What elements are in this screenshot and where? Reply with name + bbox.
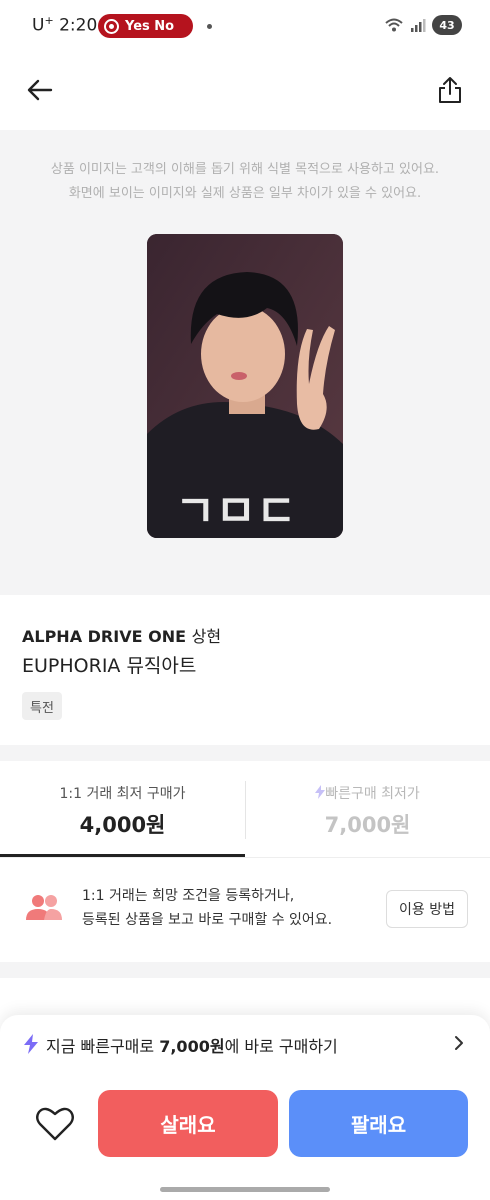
home-indicator[interactable] xyxy=(160,1187,330,1192)
back-button[interactable] xyxy=(20,70,60,110)
tab-label-text: 빠른구매 최저가 xyxy=(325,786,420,802)
trade-info-text: 1:1 거래는 희망 조건을 등록하거나, 등록된 상품을 보고 바로 구매할 … xyxy=(82,884,332,932)
heart-icon xyxy=(36,1107,74,1141)
tab-quick-buy[interactable]: 빠른구매 최저가 7,000원 xyxy=(245,761,490,858)
record-icon xyxy=(104,18,119,34)
tab-price: 7,000원 xyxy=(324,813,411,837)
carrier-sup: + xyxy=(44,14,54,27)
quick-price: 7,000원 xyxy=(159,1037,225,1056)
image-notice: 상품 이미지는 고객의 이해를 돕기 위해 식별 목적으로 사용하고 있어요. … xyxy=(0,158,490,206)
section-divider xyxy=(0,745,490,761)
product-tag: 특전 xyxy=(22,692,62,720)
tab-label-with-icon: 빠른구매 최저가 xyxy=(245,783,490,803)
product-info: ALPHA DRIVE ONE 상현 EUPHORIA 뮤직아트 특전 xyxy=(0,595,490,745)
status-time: 2:20 xyxy=(59,15,98,36)
notice-line-1: 상품 이미지는 고객의 이해를 돕기 위해 식별 목적으로 사용하고 있어요. xyxy=(50,162,440,177)
info-line-1: 1:1 거래는 희망 조건을 등록하거나, xyxy=(82,888,295,904)
photocard-illustration: ㄱㅁㄷ xyxy=(147,234,343,538)
share-icon xyxy=(439,77,461,103)
battery-indicator: 43 xyxy=(432,15,462,35)
recording-label: Yes No xyxy=(125,18,175,34)
carrier-label: U xyxy=(32,15,45,36)
tab-direct-trade[interactable]: 1:1 거래 최저 구매가 4,000원 xyxy=(0,761,245,858)
back-arrow-icon xyxy=(27,79,53,101)
notice-line-2: 화면에 보이는 이미지와 실제 상품은 일부 차이가 있을 수 있어요. xyxy=(68,186,422,201)
wishlist-button[interactable] xyxy=(32,1101,78,1147)
share-button[interactable] xyxy=(430,70,470,110)
bolt-icon xyxy=(315,785,326,799)
svg-text:ㄱㅁㄷ: ㄱㅁㄷ xyxy=(175,486,296,537)
quick-suffix: 에 바로 구매하기 xyxy=(224,1037,338,1056)
trade-info-row: 1:1 거래는 희망 조건을 등록하거나, 등록된 상품을 보고 바로 구매할 … xyxy=(0,858,490,962)
chevron-right-icon xyxy=(455,1036,463,1050)
buy-button[interactable]: 살래요 xyxy=(98,1090,278,1157)
section-divider xyxy=(0,962,490,978)
how-to-button[interactable]: 이용 방법 xyxy=(386,890,468,928)
signal-icon xyxy=(411,19,426,32)
product-brand[interactable]: ALPHA DRIVE ONE 상현 xyxy=(22,623,221,647)
bottom-action-sheet: 지금 빠른구매로 7,000원에 바로 구매하기 살래요 팔래요 xyxy=(0,1015,490,1200)
top-app-bar xyxy=(0,52,490,130)
notification-dot-icon xyxy=(207,24,212,29)
quick-prefix: 지금 빠른구매로 xyxy=(46,1037,160,1056)
product-photo[interactable]: ㄱㅁㄷ xyxy=(147,234,343,538)
member-name: 상현 xyxy=(191,627,222,646)
quick-buy-text: 지금 빠른구매로 7,000원에 바로 구매하기 xyxy=(46,1033,338,1057)
wifi-icon xyxy=(385,18,403,32)
bolt-icon xyxy=(24,1034,38,1054)
quick-buy-row[interactable]: 지금 빠른구매로 7,000원에 바로 구매하기 xyxy=(0,1015,490,1073)
price-tabs: 1:1 거래 최저 구매가 4,000원 빠른구매 최저가 7,000원 xyxy=(0,761,490,858)
info-line-2: 등록된 상품을 보고 바로 구매할 수 있어요. xyxy=(82,912,333,928)
sell-button[interactable]: 팔래요 xyxy=(289,1090,468,1157)
brand-name: ALPHA DRIVE ONE xyxy=(22,627,187,646)
tab-label: 1:1 거래 최저 구매가 xyxy=(59,786,186,802)
active-tab-indicator xyxy=(0,854,245,857)
recording-pill[interactable]: Yes No xyxy=(98,14,193,38)
carrier-time: U+ 2:20 xyxy=(32,14,97,36)
people-icon xyxy=(26,895,62,920)
status-icons: 43 xyxy=(384,15,462,35)
product-name: EUPHORIA 뮤직아트 xyxy=(22,655,197,677)
status-bar: U+ 2:20 Yes No 43 xyxy=(0,0,490,52)
tab-price: 4,000원 xyxy=(79,813,166,837)
product-image-area: 상품 이미지는 고객의 이해를 돕기 위해 식별 목적으로 사용하고 있어요. … xyxy=(0,130,490,595)
